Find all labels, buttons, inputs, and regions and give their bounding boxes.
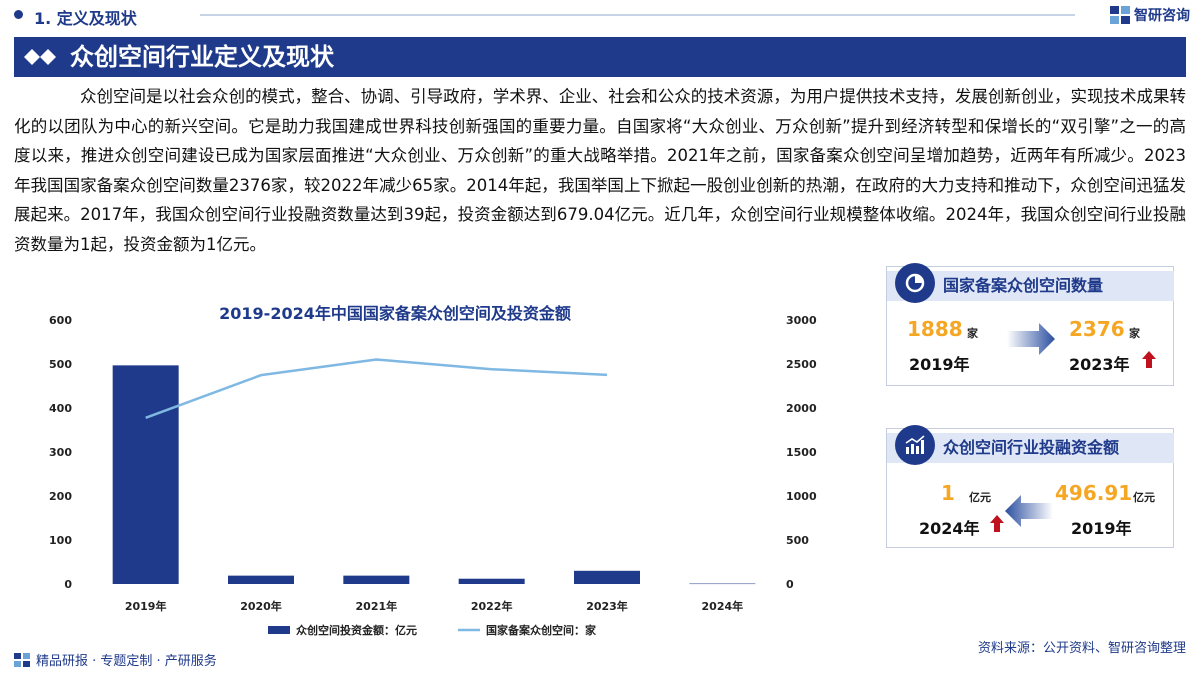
x-tick-label: 2021年 xyxy=(356,599,398,613)
y-left-tick-label: 600 xyxy=(49,314,72,327)
diamond-icon xyxy=(24,49,56,65)
legend-label: 国家备案众创空间：家 xyxy=(486,623,597,637)
count-from-unit: 家 xyxy=(967,327,978,340)
bar xyxy=(112,365,179,584)
bar xyxy=(343,575,410,584)
count-from-value: 1888 xyxy=(907,317,963,341)
legend-label: 众创空间投资金额：亿元 xyxy=(296,623,417,637)
x-tick-label: 2019年 xyxy=(125,599,167,613)
y-left-tick-label: 300 xyxy=(49,446,72,459)
divider xyxy=(200,14,1075,16)
legend-swatch-bar xyxy=(268,626,290,634)
y-right-tick-label: 2500 xyxy=(786,358,817,371)
y-left-tick-label: 0 xyxy=(64,578,72,591)
y-right-tick-label: 0 xyxy=(786,578,794,591)
stat-card-funding: 众创空间行业投融资金额 1 亿元 2024年 496.91 亿元 2019年 xyxy=(886,425,1174,548)
y-right-tick-label: 1000 xyxy=(786,490,817,503)
x-tick-label: 2020年 xyxy=(240,599,282,613)
section-title: 1. 定义及现状 xyxy=(34,9,137,28)
funding-left-value: 1 xyxy=(941,481,955,505)
brand-name: 智研咨询 xyxy=(1134,8,1190,24)
funding-right-value: 496.91 xyxy=(1055,481,1133,505)
count-to-unit: 家 xyxy=(1129,327,1140,340)
intro-paragraph: 众创空间是以社会众创的模式，整合、协调、引导政府，学术界、企业、社会和公众的技术… xyxy=(14,87,1186,254)
y-right-tick-label: 500 xyxy=(786,534,809,547)
page-title: 众创空间行业定义及现状 xyxy=(70,43,334,71)
stat-card-count: 国家备案众创空间数量 1888 家 2019年 2376 家 2023年 xyxy=(886,263,1174,386)
x-tick-label: 2024年 xyxy=(702,599,744,613)
funding-left-unit: 亿元 xyxy=(969,491,991,504)
right-arrow-icon xyxy=(1007,323,1055,355)
line-series xyxy=(145,358,608,420)
funding-right-unit: 亿元 xyxy=(1133,491,1155,504)
y-left-tick-label: 100 xyxy=(49,534,72,547)
count-to-year: 2023年 xyxy=(1069,355,1130,374)
x-tick-label: 2023年 xyxy=(586,599,628,613)
title-banner: 众创空间行业定义及现状 xyxy=(14,37,1186,77)
combo-chart: 0 100 200 300 400 500 600 0 500 1000 1500 2000 2500 3… xyxy=(49,314,817,637)
y-left-tick-label: 200 xyxy=(49,490,72,503)
funding-right-year: 2019年 xyxy=(1071,519,1132,538)
y-right-tick-label: 1500 xyxy=(786,446,817,459)
footer-tagline: 精品研报 · 专题定制 · 产研服务 xyxy=(14,650,217,669)
bar xyxy=(689,583,756,585)
top-bar: 1. 定义及现状 智研咨询 xyxy=(0,0,1200,30)
brand-logo-icon xyxy=(14,652,30,667)
source-note: 资料来源：公开资料、智研咨询整理 xyxy=(977,641,1186,656)
bar xyxy=(574,570,640,584)
y-left-tick-label: 500 xyxy=(49,358,72,371)
bar xyxy=(228,575,294,584)
funding-left-year: 2024年 xyxy=(919,519,980,538)
count-to-value: 2376 xyxy=(1069,317,1125,341)
x-tick-label: 2022年 xyxy=(471,599,513,613)
y-left-tick-label: 400 xyxy=(49,402,72,415)
trend-up-icon xyxy=(1142,351,1156,368)
y-right-tick-label: 2000 xyxy=(786,402,817,415)
section-bullet-icon xyxy=(14,10,23,19)
trend-up-icon xyxy=(990,515,1004,532)
footer-tagline-text: 精品研报 · 专题定制 · 产研服务 xyxy=(36,654,217,669)
count-from-year: 2019年 xyxy=(909,355,970,374)
brand-logo-icon xyxy=(1110,6,1130,24)
y-right-tick-label: 3000 xyxy=(786,314,817,327)
bar xyxy=(458,578,525,584)
brand-logo: 智研咨询 xyxy=(1110,5,1190,25)
left-arrow-icon xyxy=(1005,495,1053,527)
